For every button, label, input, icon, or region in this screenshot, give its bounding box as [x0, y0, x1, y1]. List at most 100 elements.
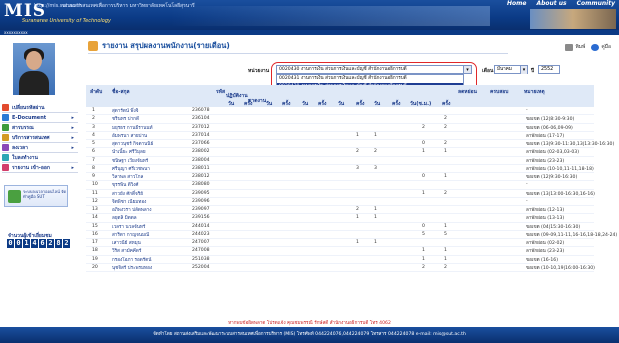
printer-icon — [565, 43, 574, 51]
promo-banner[interactable]: ระบบลงเวลาออนไลน์ จัดทำคู่มือ SUT — [4, 185, 68, 207]
menu-item-label: รายงาน เข้า-ออก — [12, 164, 50, 171]
table-row: 16 สาริตา กาญจนมณี 244023 5 5 ขอเขต (09-09,11… — [86, 231, 617, 239]
nav-community-link[interactable]: Community — [577, 0, 615, 8]
cell-b: 3 — [374, 165, 377, 171]
sidebar-menu-item[interactable]: บริการสารสนเทศ ▸ — [2, 133, 78, 143]
print-button[interactable]: พิมพ์ — [565, 43, 585, 51]
sidebar-menu-item[interactable]: รายงาน เข้า-ออก ▸ — [2, 163, 78, 173]
cell-code: 247007 — [192, 240, 210, 245]
sidebar-menu-item[interactable]: เปลี่ยนรหัสผ่าน — [2, 103, 78, 113]
cell-name: สาวยัง ศักดิ์จริยั — [112, 191, 143, 197]
sidebar-menu-item[interactable]: สารบรรณ ▸ — [2, 123, 78, 133]
cell-h: 1 — [422, 248, 425, 254]
sidebar-menu-item[interactable]: E-Document ▸ — [2, 113, 78, 123]
menu-item-icon — [2, 164, 9, 171]
table-row: 19 กรองโอภา รอดรัตน์ 251038 1 1 ขอเขต (16-16) — [86, 256, 594, 264]
cell-h: 5 — [422, 231, 425, 237]
cell-no: 3 — [92, 124, 95, 130]
table-row: 11 สาวยัง ศักดิ์จริยั 239095 1 2 ขอเขต (13|13… — [86, 190, 595, 198]
table-body: 1 สุดารัตน์ พึ่งจิ 236078-2 ชรินทร ปากดี 236… — [86, 107, 617, 272]
chevron-right-icon: ▸ — [71, 144, 74, 151]
site-tagline: Suranaree University of Technology — [22, 18, 111, 24]
table-row: 5 สุดาวนุชร์ กิจตานนิธ์ 237066 0 2 ขอเขต (13|… — [86, 140, 614, 149]
cell-name: เวลรา นวลจันทร์ — [112, 224, 146, 230]
cell-name: เสาวนีย์ สหมุน — [112, 241, 141, 246]
col-no: ลำดับ — [90, 89, 103, 95]
cell-code: 251038 — [192, 256, 210, 262]
sidebar: เปลี่ยนรหัสผ่าน E-Document ▸ สารบรรณ ▸ บริการ… — [0, 35, 80, 319]
user-avatar — [13, 43, 55, 95]
cell-no: 7 — [92, 157, 95, 163]
cell-code: 244014 — [192, 223, 210, 229]
title-divider — [88, 53, 508, 54]
cell-note: ลาพักผ่อน (12-13) — [526, 208, 565, 213]
cell-b: 1 — [374, 240, 377, 245]
col-name: ชื่อ-สกุล — [112, 89, 130, 95]
page: MIS http://mis.sut.ac.th Suranaree Unive… — [0, 0, 619, 343]
nav-home-link[interactable]: Home — [507, 0, 526, 8]
cell-a: 1 — [356, 215, 359, 221]
chevron-down-icon[interactable]: ▾ — [520, 66, 527, 74]
col-code: รหัส — [216, 89, 226, 95]
cell-code: 237014 — [192, 132, 210, 138]
cell-name: มยุรธร กานธีรานนท์ — [112, 125, 153, 131]
help-button[interactable]: คู่มือ — [591, 43, 611, 51]
counter-digit: 0 — [7, 239, 14, 248]
header-photo — [530, 9, 616, 29]
menu-item-icon — [2, 124, 9, 131]
cell-code: 237066 — [192, 141, 210, 146]
cell-no: 20 — [92, 264, 98, 270]
table-row: 14 ลยุตลิ มิตตล 239156 1 1 ลาพักผ่อน (13-13) — [86, 214, 594, 223]
table-row: 18 วิริส สามัคคีดร์ 247008 1 1 ลาพักผ่อน (23-… — [86, 247, 594, 256]
cell-note: ลาพักผ่อน (23-23) — [526, 249, 565, 255]
col-leave: ครบสอบ — [490, 89, 509, 95]
month-select[interactable]: มีนาคม ▾ — [494, 65, 528, 74]
menu-item-label: สารบรรณ — [12, 124, 34, 131]
cell-name: ลยุตลิ มิตตล — [112, 216, 137, 222]
cell-no: 8 — [92, 165, 95, 171]
cell-code: 244023 — [192, 231, 210, 237]
cell-code: 239096 — [192, 198, 210, 204]
sidebar-menu-item[interactable]: ใบลงทำงาน — [2, 153, 78, 163]
counter-digit: 0 — [15, 239, 22, 248]
year-label: ปี — [531, 68, 535, 74]
nav-about-link[interactable]: About us — [536, 0, 566, 8]
cell-no: 4 — [92, 132, 95, 138]
cell-name: นุชจิสร์ ประพรมทอง — [112, 265, 153, 271]
cell-no: 18 — [92, 248, 98, 254]
cell-no: 16 — [92, 231, 98, 237]
table-row: 15 เวลรา นวลจันทร์ 244014 0 1 ขอเขต (04|15:30… — [86, 223, 594, 231]
cell-b: 1 — [374, 207, 377, 212]
footer-note: หากพบข้อผิดพลาด โปรดแจ้ง คุณชมพรรณี รักษ… — [228, 321, 391, 326]
cell-a: 2 — [356, 207, 359, 212]
avatar-face — [26, 51, 42, 70]
menu-item-icon — [2, 134, 9, 141]
counter-digit: 4 — [31, 239, 38, 248]
cell-name: วิริส สามัคคีดร์ — [112, 249, 142, 255]
cell-a: 1 — [356, 240, 359, 245]
cell-h: 0 — [422, 223, 425, 229]
table-row: 20 นุชจิสร์ ประพรมทอง 252004 2 2 ขอเขต (10-10… — [86, 264, 595, 272]
menu-item-label: ลงเวลา — [12, 144, 28, 151]
cell-code: 238002 — [192, 149, 210, 155]
month-select-value: มีนาคม — [497, 67, 512, 72]
year-input[interactable]: 2552 — [538, 65, 560, 74]
table-row: 9 วิลาพล สาวโกล 238012 0 1 ขอเขต (12|9:30-16:… — [86, 173, 594, 182]
counter-digit: 8 — [55, 239, 62, 248]
cell-note: - — [526, 198, 528, 204]
cell-l: 1 — [444, 223, 447, 229]
cell-l: 2 — [444, 264, 447, 270]
chevron-right-icon: ▸ — [71, 134, 74, 141]
month-label: เดือน — [482, 68, 494, 74]
cell-note: ลาพักผ่อน (02-03,03-03) — [526, 150, 579, 156]
visitor-counter: 00146282 — [7, 239, 70, 248]
table-header: ลำดับ ชื่อ-สกุล รหัส ปฏิบัติงาน ขาดงาน ว… — [86, 85, 594, 107]
table-row: 2 ชรินทร ปากดี 236104 2 ขอเขต (12|8:30-9:30) — [86, 115, 594, 124]
cell-code: 238004 — [192, 157, 210, 163]
chevron-right-icon: ▸ — [71, 164, 74, 171]
cell-no: 11 — [92, 190, 98, 196]
sidebar-menu-item[interactable]: ลงเวลา ▸ — [2, 143, 78, 153]
cell-no: 13 — [92, 207, 98, 212]
table-row: 7 ชนิษฐา เวียงจันทร์ 238004 ลาพักผ่อน (23-2… — [86, 157, 594, 165]
cell-note: - — [526, 108, 528, 113]
